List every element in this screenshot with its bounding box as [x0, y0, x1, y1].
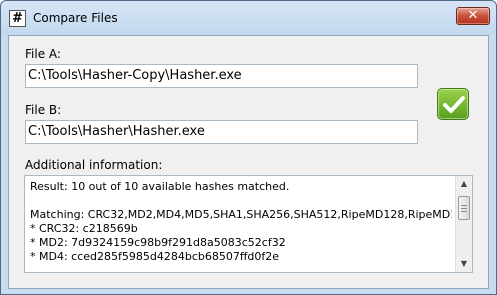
info-line: Matching: CRC32,MD2,MD4,MD5,SHA1,SHA256,… — [30, 208, 452, 221]
match-status-button[interactable] — [437, 88, 469, 120]
file-a-value: C:\Tools\Hasher-Copy\Hasher.exe — [28, 68, 242, 83]
dialog-client-area: File A: C:\Tools\Hasher-Copy\Hasher.exe … — [8, 35, 489, 289]
info-textarea[interactable]: Result: 10 out of 10 available hashes ma… — [24, 175, 473, 273]
info-line: * MD4: cced285f5985d4284bcb68507ffd0f2e — [30, 250, 280, 263]
close-button[interactable]: ✕ — [456, 7, 490, 25]
vertical-scrollbar[interactable]: ▲ ▼ — [455, 176, 472, 272]
info-line — [30, 194, 452, 208]
hash-icon: # — [9, 10, 26, 27]
info-text: Result: 10 out of 10 available hashes ma… — [30, 180, 452, 264]
window-title: Compare Files — [33, 11, 118, 25]
info-line: Result: 10 out of 10 available hashes ma… — [30, 180, 290, 193]
compare-files-window: # Compare Files ✕ File A: C:\Tools\Hashe… — [0, 0, 497, 295]
close-icon: ✕ — [467, 8, 479, 23]
scroll-up-icon[interactable]: ▲ — [456, 176, 472, 192]
file-a-label: File A: — [25, 47, 61, 61]
info-line: * CRC32: c218569b — [30, 222, 138, 235]
title-bar[interactable]: # Compare Files ✕ — [1, 1, 496, 35]
scroll-thumb[interactable] — [458, 196, 470, 220]
file-b-value: C:\Tools\Hasher\Hasher.exe — [28, 124, 205, 139]
file-b-label: File B: — [25, 103, 62, 117]
info-line: * MD2: 7d9324159c98b9f291d8a5083c52cf32 — [30, 236, 286, 249]
file-b-field[interactable]: C:\Tools\Hasher\Hasher.exe — [25, 120, 418, 144]
checkmark-icon — [443, 96, 465, 113]
info-label: Additional information: — [25, 158, 163, 172]
file-a-field[interactable]: C:\Tools\Hasher-Copy\Hasher.exe — [25, 64, 418, 88]
scroll-down-icon[interactable]: ▼ — [456, 256, 472, 272]
